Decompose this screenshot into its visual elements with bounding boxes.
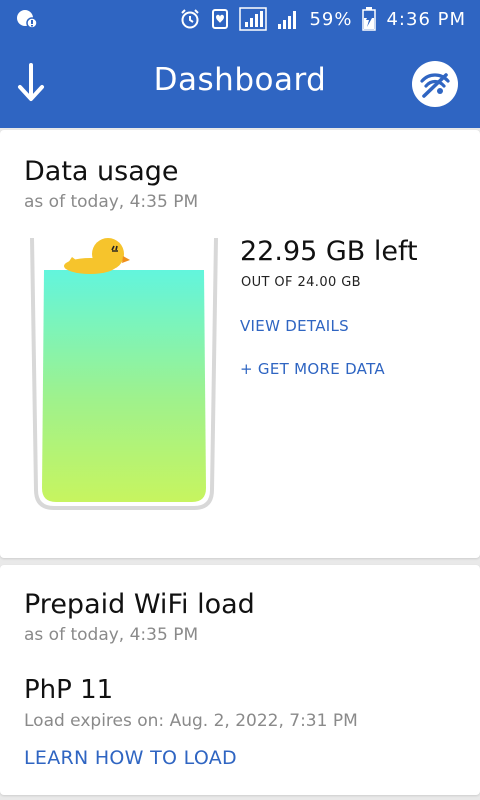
notification-icon: [16, 9, 38, 29]
card-subtitle: as of today, 4:35 PM: [24, 625, 199, 645]
signal-icon: [239, 7, 268, 31]
prepaid-load-card: Prepaid WiFi load as of today, 4:35 PM P…: [0, 565, 480, 795]
wifi-logo-icon[interactable]: [412, 61, 458, 107]
vibrate-icon: [211, 9, 229, 29]
data-total: OUT OF 24.00 GB: [241, 275, 362, 290]
battery-percentage: 59%: [309, 8, 353, 30]
learn-how-to-load-link[interactable]: LEARN HOW TO LOAD: [24, 747, 237, 769]
view-details-link[interactable]: VIEW DETAILS: [240, 317, 349, 335]
data-glass-gauge: [28, 230, 220, 518]
alarm-icon: [179, 8, 201, 30]
signal-icon: [277, 8, 299, 30]
glass-liquid: [42, 270, 206, 502]
duck-icon: [64, 238, 130, 274]
get-more-data-link[interactable]: + GET MORE DATA: [240, 360, 385, 378]
data-remaining: 22.95 GB left: [240, 236, 418, 267]
battery-charging-icon: [362, 7, 377, 31]
status-bar: 59% 4:36 PM: [0, 0, 480, 38]
load-expiry: Load expires on: Aug. 2, 2022, 7:31 PM: [24, 711, 358, 731]
load-amount: PhP 11: [24, 675, 114, 705]
page-title: Dashboard: [153, 62, 327, 98]
status-time: 4:36 PM: [386, 8, 466, 30]
card-title: Data usage: [24, 156, 179, 187]
card-subtitle: as of today, 4:35 PM: [24, 192, 199, 212]
data-usage-card: Data usage as of today, 4:35 PM 22.95 GB…: [0, 130, 480, 558]
app-bar: Dashboard: [0, 38, 480, 128]
card-title: Prepaid WiFi load: [24, 589, 255, 620]
